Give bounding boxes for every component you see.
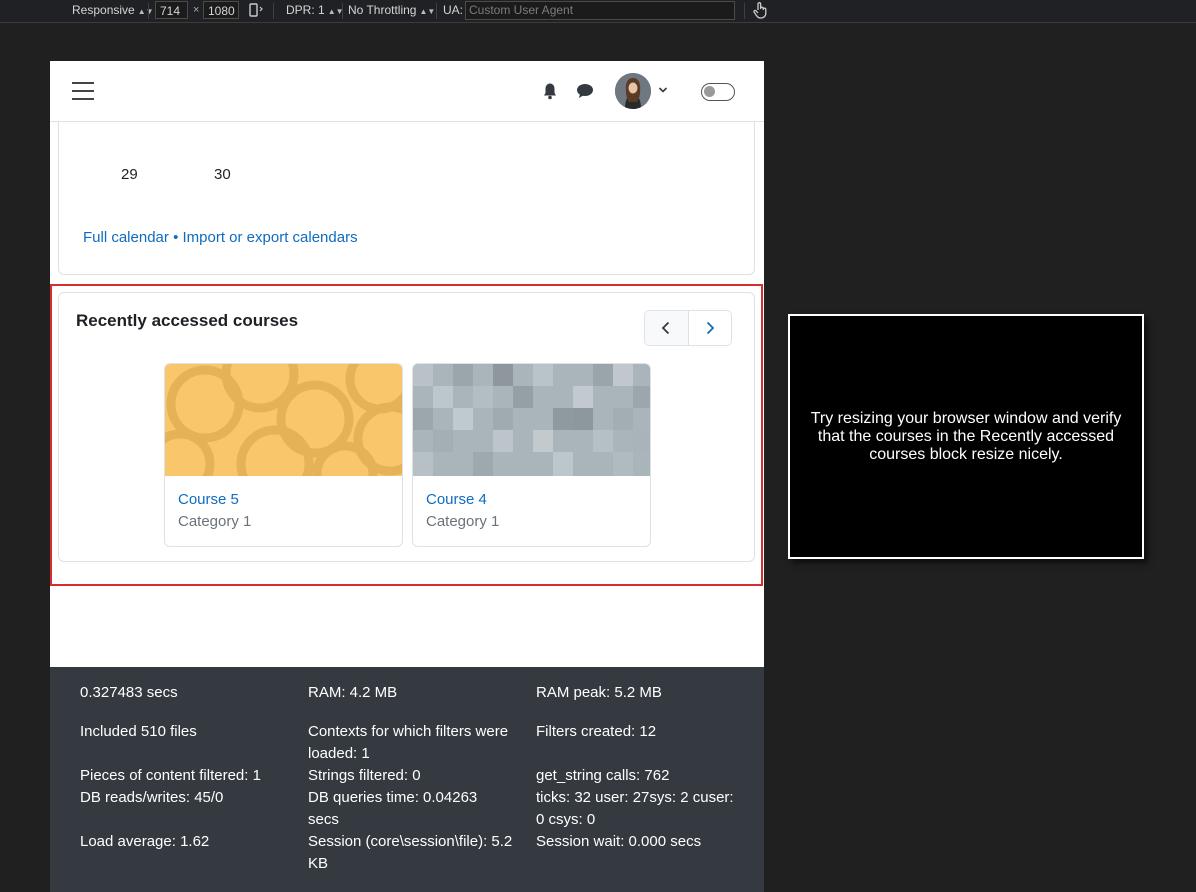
perf-stat: Load average: 1.62 <box>80 833 210 850</box>
import-export-calendars-link[interactable]: Import or export calendars <box>183 229 358 246</box>
highlight-outline <box>50 284 763 586</box>
device-viewport: 29 30 Full calendar • Import or export c… <box>50 61 764 892</box>
menu-icon[interactable] <box>72 82 94 100</box>
performance-footer: 0.327483 secs RAM: 4.2 MB RAM peak: 5.2 … <box>50 667 764 892</box>
times-sign: × <box>193 4 200 16</box>
perf-stat: Included 510 files <box>80 723 197 740</box>
ua-label: UA: <box>443 3 464 17</box>
toggle-switch[interactable] <box>701 83 735 101</box>
instruction-text: Try resizing your browser window and ver… <box>810 409 1122 463</box>
width-input[interactable]: 714 <box>155 1 188 19</box>
bell-icon[interactable] <box>542 82 558 100</box>
divider <box>436 3 437 19</box>
dpr-label: DPR: 1 <box>286 3 325 17</box>
chat-icon[interactable] <box>576 83 594 99</box>
perf-stat: Pieces of content filtered: 1 <box>80 767 261 784</box>
dpr-select[interactable]: DPR: 1 ▲▼ <box>286 0 344 22</box>
link-separator: • <box>173 229 179 246</box>
throttling-select[interactable]: No Throttling ▲▼ <box>348 0 435 22</box>
perf-stat: DB queries time: 0.04263 secs <box>308 789 478 828</box>
perf-stat: Filters created: 12 <box>536 723 657 740</box>
divider <box>148 3 149 19</box>
user-agent-input[interactable]: Custom User Agent <box>465 1 735 20</box>
perf-stat: RAM peak: 5.2 MB <box>536 684 662 701</box>
calendar-day[interactable]: 29 <box>121 166 138 183</box>
full-calendar-link[interactable]: Full calendar <box>83 229 169 246</box>
chevron-down-icon[interactable] <box>658 86 668 94</box>
navbar <box>50 61 764 122</box>
calendar-links: Full calendar • Import or export calenda… <box>83 229 358 246</box>
rotate-icon[interactable] <box>248 2 264 24</box>
calendar-day[interactable]: 30 <box>214 166 231 183</box>
device-label: Responsive <box>72 3 135 17</box>
perf-stat: Strings filtered: 0 <box>308 767 421 784</box>
caret-icon: ▲▼ <box>419 7 436 16</box>
perf-stat: RAM: 4.2 MB <box>308 684 398 701</box>
touch-icon[interactable] <box>752 1 768 23</box>
device-select[interactable]: Responsive ▲▼ <box>72 0 154 22</box>
perf-stat: Contexts for which filters were loaded: … <box>308 723 509 762</box>
divider <box>342 3 343 19</box>
toggle-knob <box>704 86 715 97</box>
perf-stat: ticks: 32 user: 27sys: 2 cuser: 0 csys: … <box>536 789 734 828</box>
height-input[interactable]: 1080 <box>203 1 239 19</box>
throttling-label: No Throttling <box>348 3 417 17</box>
calendar-card: 29 30 Full calendar • Import or export c… <box>58 101 755 275</box>
divider <box>273 3 274 19</box>
perf-stat: Session (core\session\file): 5.2 KB <box>308 833 513 872</box>
divider <box>744 3 745 19</box>
user-avatar[interactable] <box>615 73 651 109</box>
caret-icon: ▲▼ <box>137 7 154 16</box>
perf-stat: get_string calls: 762 <box>536 767 670 784</box>
perf-stat: DB reads/writes: 45/0 <box>80 789 224 806</box>
devtools-toolbar: Responsive ▲▼ 714 × 1080 DPR: 1 ▲▼ No Thro… <box>0 0 1196 23</box>
perf-stat: 0.327483 secs <box>80 684 178 701</box>
instruction-box: Try resizing your browser window and ver… <box>788 314 1144 559</box>
perf-stat: Session wait: 0.000 secs <box>536 833 702 850</box>
